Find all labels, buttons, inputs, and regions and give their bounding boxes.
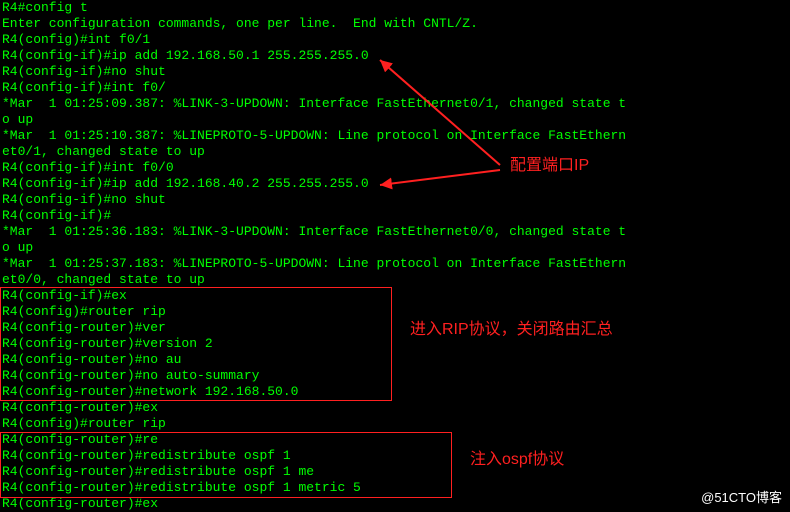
terminal-line: R4(config)#router rip: [2, 304, 788, 320]
terminal-line: R4#config t: [2, 0, 788, 16]
terminal-line: o up: [2, 240, 788, 256]
terminal-line: R4(config-if)#int f0/0: [2, 160, 788, 176]
terminal-line: R4(config-if)#ex: [2, 288, 788, 304]
terminal-line: R4(config-if)#int f0/: [2, 80, 788, 96]
terminal-line: R4(config-router)#redistribute ospf 1 me: [2, 464, 788, 480]
terminal-line: R4(config-if)#no shut: [2, 64, 788, 80]
terminal-line: o up: [2, 112, 788, 128]
terminal-line: et0/1, changed state to up: [2, 144, 788, 160]
terminal-line: R4(config)#router rip: [2, 416, 788, 432]
terminal-line: R4(config-router)#redistribute ospf 1 me…: [2, 480, 788, 496]
terminal-line: R4(config-if)#no shut: [2, 192, 788, 208]
terminal-line: R4(config-router)#ver: [2, 320, 788, 336]
terminal-line: R4(config-router)#redistribute ospf 1: [2, 448, 788, 464]
terminal-line: R4(config-router)#no auto-summary: [2, 368, 788, 384]
terminal-line: R4(config-router)#network 192.168.50.0: [2, 384, 788, 400]
terminal-line: R4(config-router)#version 2: [2, 336, 788, 352]
terminal-line: R4(config)#int f0/1: [2, 32, 788, 48]
watermark: @51CTO博客: [701, 490, 782, 506]
terminal-line: R4(config-if)#: [2, 208, 788, 224]
terminal-line: *Mar 1 01:25:09.387: %LINK-3-UPDOWN: Int…: [2, 96, 788, 112]
terminal-line: Enter configuration commands, one per li…: [2, 16, 788, 32]
terminal-line: R4(config-if)#ip add 192.168.50.1 255.25…: [2, 48, 788, 64]
terminal-line: et0/0, changed state to up: [2, 272, 788, 288]
terminal-line: *Mar 1 01:25:37.183: %LINEPROTO-5-UPDOWN…: [2, 256, 788, 272]
terminal-line: *Mar 1 01:25:36.183: %LINK-3-UPDOWN: Int…: [2, 224, 788, 240]
terminal-line: R4(config-router)#ex: [2, 400, 788, 416]
terminal-line: *Mar 1 01:25:10.387: %LINEPROTO-5-UPDOWN…: [2, 128, 788, 144]
terminal-line: R4(config-router)#no au: [2, 352, 788, 368]
terminal-window[interactable]: R4#config t Enter configuration commands…: [0, 0, 790, 512]
terminal-line: R4(config-if)#ip add 192.168.40.2 255.25…: [2, 176, 788, 192]
terminal-line: R4(config-router)#re: [2, 432, 788, 448]
terminal-line: R4(config-router)#ex: [2, 496, 788, 512]
